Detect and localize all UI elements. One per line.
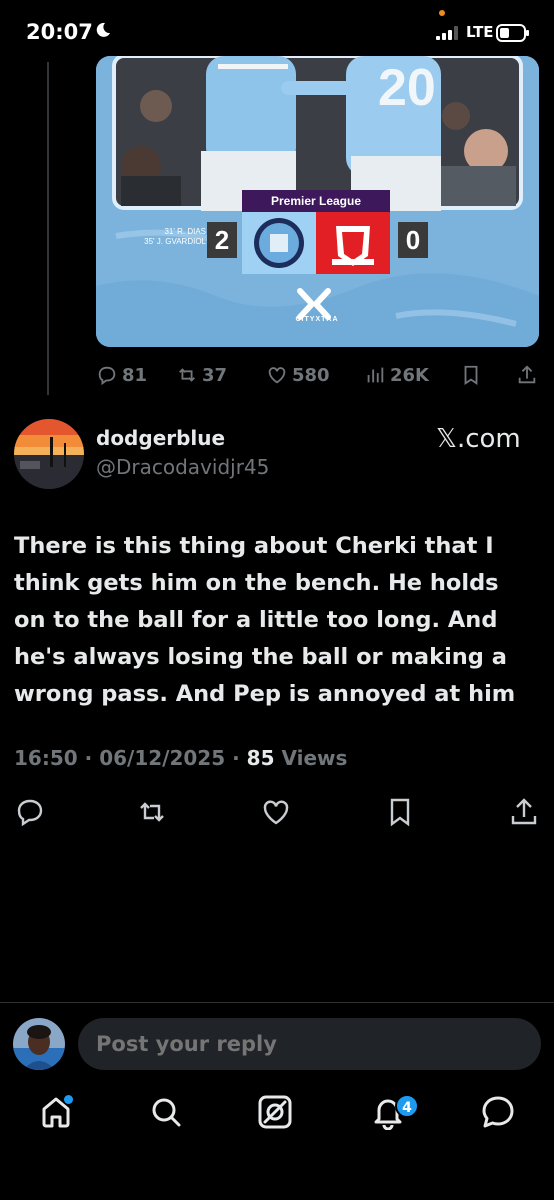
like-action[interactable]: 580 — [266, 360, 330, 390]
repost-action[interactable]: 37 — [176, 360, 227, 390]
views-action[interactable]: 26K — [364, 360, 429, 390]
privacy-indicator-dot — [439, 10, 445, 16]
share-icon[interactable] — [508, 796, 540, 828]
quoted-post-actions: 81 37 580 26K — [96, 360, 539, 390]
meta-separator: · — [232, 746, 247, 770]
like-count: 580 — [292, 364, 330, 386]
network-label: LTE — [466, 23, 494, 41]
reply-icon[interactable] — [14, 796, 46, 828]
x-logo-link[interactable]: 𝕏.com — [436, 424, 521, 454]
post-media-image[interactable]: 20 Premier League 2 0 31' R. DIAS 35' J.… — [96, 56, 539, 347]
bookmark-icon — [464, 365, 478, 385]
reply-divider — [0, 1002, 554, 1003]
home-score: 2 — [214, 225, 230, 255]
post-actions — [14, 796, 544, 828]
author-handle[interactable]: @Dracodavidjr45 — [96, 455, 269, 479]
reply-action[interactable]: 81 — [96, 360, 147, 390]
reply-icon — [98, 366, 116, 386]
reply-count: 81 — [122, 364, 148, 386]
author-avatar[interactable] — [14, 419, 84, 489]
views-icon — [367, 367, 384, 383]
home-unread-dot — [64, 1095, 73, 1104]
post-date: 06/12/2025 — [99, 746, 226, 770]
post-views-label: Views — [281, 746, 348, 770]
repost-icon — [179, 368, 195, 382]
messages-icon[interactable] — [480, 1094, 516, 1130]
moon-icon — [96, 22, 110, 37]
post-time: 16:50 — [14, 746, 78, 770]
heart-icon[interactable] — [260, 796, 292, 828]
author-display-name[interactable]: dodgerblue — [96, 426, 225, 450]
repost-icon[interactable] — [136, 796, 168, 828]
thread-connector-line — [47, 62, 49, 395]
post-meta: 16:50 · 06/12/2025 · 85 Views — [14, 746, 347, 770]
share-icon — [518, 365, 536, 384]
watermark-label: CITYXTRA — [295, 316, 339, 323]
signal-icon — [436, 26, 458, 40]
scorer-1: 31' R. DIAS — [164, 227, 206, 236]
jersey-number: 20 — [378, 59, 436, 117]
sunset-avatar-image — [14, 419, 84, 489]
status-time: 20:07 — [26, 20, 93, 44]
bottom-navigation — [0, 1084, 554, 1154]
battery-icon — [496, 24, 529, 42]
meta-separator: · — [84, 746, 100, 770]
reply-input[interactable] — [78, 1018, 541, 1070]
post-views-count: 85 — [246, 746, 275, 770]
heart-icon — [268, 367, 286, 384]
bookmark-action[interactable] — [460, 360, 486, 390]
away-score: 0 — [405, 225, 421, 255]
repost-count: 37 — [202, 364, 228, 386]
my-avatar[interactable] — [13, 1018, 65, 1070]
scorer-2: 35' J. GVARDIOL — [144, 237, 206, 246]
user-avatar-image — [13, 1018, 65, 1070]
notifications-badge: 4 — [395, 1094, 419, 1118]
post-text: There is this thing about Cherki that I … — [14, 533, 516, 707]
share-action[interactable] — [516, 360, 542, 390]
grok-icon[interactable] — [257, 1094, 293, 1130]
views-count: 26K — [390, 364, 429, 386]
bookmark-icon[interactable] — [384, 796, 416, 828]
competition-label: Premier League — [270, 194, 362, 208]
search-icon[interactable] — [148, 1094, 184, 1130]
